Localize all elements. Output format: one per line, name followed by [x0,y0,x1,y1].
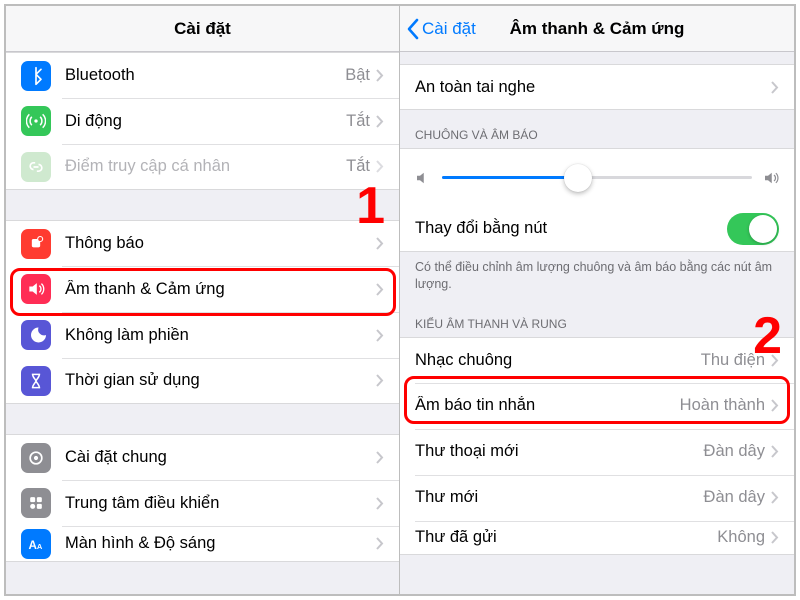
back-label: Cài đặt [422,19,476,39]
change-with-buttons-toggle[interactable] [727,213,779,245]
row-value: Tắt [346,157,370,176]
group-connectivity: Bluetooth Bật Di động Tắt Điểm t [6,52,399,190]
chevron-right-icon [771,531,779,544]
antenna-icon [21,106,51,136]
page-title: Cài đặt [174,19,231,39]
group-sound-patterns: Nhạc chuông Thu điện Âm báo tin nhắn Hoà… [400,337,794,555]
row-label: Cài đặt chung [65,448,376,467]
volume-slider[interactable] [442,176,752,179]
row-label: Thông báo [65,234,376,253]
svg-text:A: A [37,542,43,551]
row-sentmail[interactable]: Thư đã gửi Không [400,521,794,555]
row-newmail[interactable]: Thư mới Đàn dây [400,475,794,521]
sounds-list: An toàn tai nghe CHUÔNG VÀ ÂM BÁO Thay đ… [400,52,794,594]
row-label: Màn hình & Độ sáng [65,534,376,553]
row-label: Âm báo tin nhắn [415,396,680,415]
row-value: Đàn dây [704,488,765,507]
row-label: An toàn tai nghe [415,78,771,97]
row-controlcenter[interactable]: Trung tâm điều khiển [6,480,399,526]
chevron-right-icon [376,451,384,464]
text-size-icon: AA [21,529,51,559]
row-texttone[interactable]: Âm báo tin nhắn Hoàn thành [400,383,794,429]
row-value: Hoàn thành [680,396,765,415]
navbar-right: Cài đặt Âm thanh & Cảm ứng [400,6,794,52]
row-label: Thư mới [415,488,704,507]
row-notifications[interactable]: Thông báo [6,220,399,266]
link-icon [21,152,51,182]
sounds-detail-pane: Cài đặt Âm thanh & Cảm ứng An toàn tai n… [400,6,794,594]
chevron-right-icon [376,160,384,173]
hourglass-icon [21,366,51,396]
row-screentime[interactable]: Thời gian sử dụng [6,358,399,404]
navbar-left: Cài đặt [6,6,399,52]
row-label: Nhạc chuông [415,351,701,370]
row-label: Thay đổi bằng nút [415,219,727,238]
slider-thumb[interactable] [564,164,592,192]
chevron-right-icon [376,69,384,82]
row-value: Không [717,528,765,547]
chevron-right-icon [376,537,384,550]
row-value: Tắt [346,112,370,131]
row-voicemail[interactable]: Thư thoại mới Đàn dây [400,429,794,475]
row-label: Điểm truy cập cá nhân [65,157,346,176]
row-value: Bật [345,66,370,85]
row-change-with-buttons: Thay đổi bằng nút [400,206,794,252]
section-header-sounds: KIỂU ÂM THANH VÀ RUNG [400,299,794,337]
bluetooth-icon [21,61,51,91]
row-bluetooth[interactable]: Bluetooth Bật [6,52,399,98]
bell-icon [21,229,51,259]
row-label: Di động [65,112,346,131]
row-label: Bluetooth [65,66,345,85]
section-footer-buttons: Có thể điều chỉnh âm lượng chuông và âm … [400,252,794,299]
volume-slider-row [400,148,794,206]
row-sounds[interactable]: Âm thanh & Cảm ứng [6,266,399,312]
row-ringtone[interactable]: Nhạc chuông Thu điện [400,337,794,383]
row-hotspot: Điểm truy cập cá nhân Tắt [6,144,399,190]
chevron-right-icon [771,491,779,504]
section-header-ringer: CHUÔNG VÀ ÂM BÁO [400,110,794,148]
sliders-icon [21,488,51,518]
row-label: Âm thanh & Cảm ứng [65,280,376,299]
row-value: Đàn dây [704,442,765,461]
back-button[interactable]: Cài đặt [406,6,476,51]
group-general: Cài đặt chung Trung tâm điều khiển AA Mà… [6,434,399,562]
row-label: Trung tâm điều khiển [65,494,376,513]
row-dnd[interactable]: Không làm phiền [6,312,399,358]
row-value: Thu điện [701,351,765,370]
row-label: Không làm phiền [65,326,376,345]
row-label: Thời gian sử dụng [65,371,376,390]
page-title: Âm thanh & Cảm ứng [510,19,685,39]
row-label: Thư thoại mới [415,442,704,461]
chevron-right-icon [376,329,384,342]
row-headphone-safety[interactable]: An toàn tai nghe [400,64,794,110]
gear-icon [21,443,51,473]
group-alerts: Thông báo Âm thanh & Cảm ứng Không làm p… [6,220,399,404]
moon-icon [21,320,51,350]
chevron-right-icon [376,115,384,128]
speaker-min-icon [414,169,432,187]
settings-root-pane: Cài đặt Bluetooth Bật Di động [6,6,400,594]
row-cellular[interactable]: Di động Tắt [6,98,399,144]
chevron-right-icon [771,354,779,367]
chevron-right-icon [376,497,384,510]
chevron-right-icon [771,445,779,458]
row-display[interactable]: AA Màn hình & Độ sáng [6,526,399,562]
chevron-left-icon [406,18,420,40]
row-label: Thư đã gửi [415,528,717,547]
speaker-max-icon [762,169,780,187]
row-general[interactable]: Cài đặt chung [6,434,399,480]
chevron-right-icon [771,81,779,94]
chevron-right-icon [376,283,384,296]
speaker-icon [21,274,51,304]
settings-list: Bluetooth Bật Di động Tắt Điểm t [6,52,399,594]
chevron-right-icon [376,374,384,387]
chevron-right-icon [376,237,384,250]
chevron-right-icon [771,399,779,412]
